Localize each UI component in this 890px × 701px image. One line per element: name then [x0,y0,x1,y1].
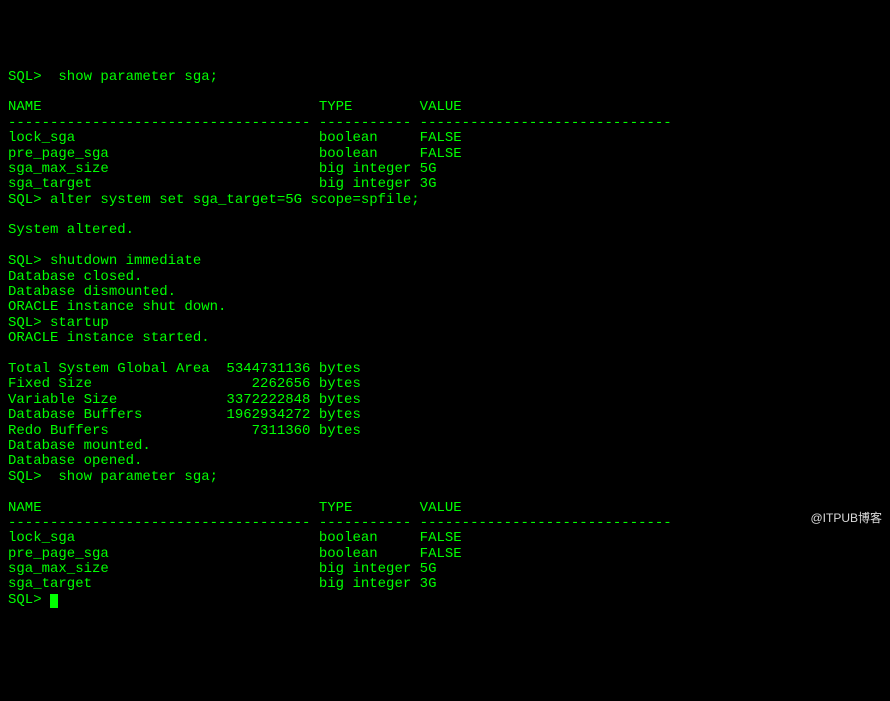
cursor [50,594,58,608]
output-line: Variable Size 3372222848 bytes [8,393,882,408]
output-line: ORACLE instance started. [8,331,882,346]
output-line: sga_max_size big integer 5G [8,162,882,177]
output-line: Database dismounted. [8,285,882,300]
output-line [8,485,882,500]
output-line [8,85,882,100]
output-line: sga_max_size big integer 5G [8,562,882,577]
output-line [8,239,882,254]
output-line: sga_target big integer 3G [8,177,882,192]
output-line: Database opened. [8,454,882,469]
output-line: pre_page_sga boolean FALSE [8,547,882,562]
output-line: Redo Buffers 7311360 bytes [8,424,882,439]
output-line: ------------------------------------ ---… [8,516,882,531]
output-line: lock_sga boolean FALSE [8,131,882,146]
output-line: ORACLE instance shut down. [8,300,882,315]
output-line: lock_sga boolean FALSE [8,531,882,546]
output-line: NAME TYPE VALUE [8,100,882,115]
output-line: System altered. [8,223,882,238]
output-line: Total System Global Area 5344731136 byte… [8,362,882,377]
output-line: Database closed. [8,270,882,285]
output-line: Fixed Size 2262656 bytes [8,377,882,392]
output-line: SQL> show parameter sga; [8,70,882,85]
watermark-label: @ITPUB博客 [810,512,882,525]
output-line [8,347,882,362]
output-line: SQL> alter system set sga_target=5G scop… [8,193,882,208]
output-line: Database mounted. [8,439,882,454]
output-line: SQL> startup [8,316,882,331]
sql-prompt-line[interactable]: SQL> [8,593,882,608]
output-line: SQL> shutdown immediate [8,254,882,269]
output-line: ------------------------------------ ---… [8,116,882,131]
output-line: Database Buffers 1962934272 bytes [8,408,882,423]
terminal-output[interactable]: SQL> show parameter sga; NAME TYPE VALUE… [8,70,882,609]
output-line: sga_target big integer 3G [8,577,882,592]
output-line: SQL> show parameter sga; [8,470,882,485]
output-line [8,208,882,223]
output-line: pre_page_sga boolean FALSE [8,147,882,162]
output-line: NAME TYPE VALUE [8,501,882,516]
